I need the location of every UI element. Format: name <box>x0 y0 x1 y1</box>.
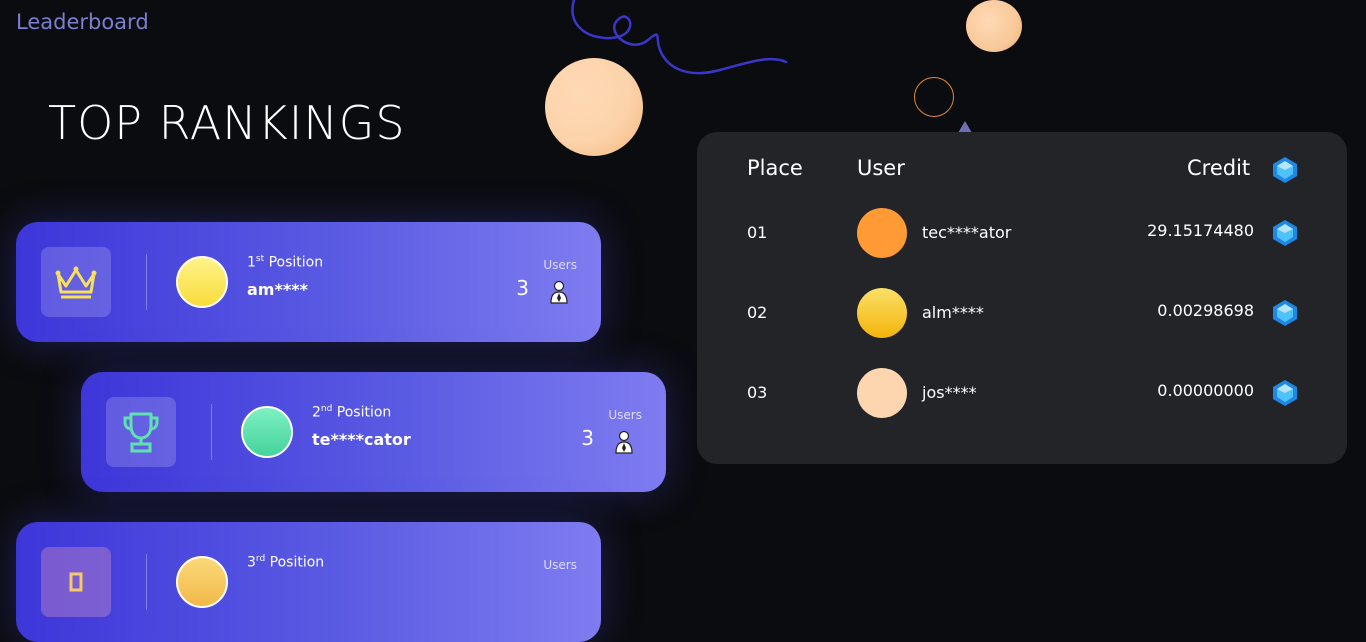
place-cell: 02 <box>747 303 768 322</box>
rank-card-second[interactable]: 2nd Position te****cator Users 3 <box>81 372 666 492</box>
column-header-place: Place <box>747 156 803 180</box>
rank-icon-box <box>41 547 111 617</box>
column-header-credit: Credit <box>1187 156 1251 180</box>
decorative-ring <box>914 77 954 117</box>
user-icon <box>550 280 568 304</box>
users-label: Users <box>543 258 577 272</box>
crown-icon <box>55 266 97 299</box>
position-label: 1st Position <box>247 254 324 271</box>
gem-icon <box>1273 380 1297 406</box>
users-count: 3 <box>516 276 529 300</box>
rank-card-first[interactable]: 1st Position am**** Users 3 <box>16 222 601 342</box>
decorative-planet-large <box>545 58 643 156</box>
user-cell: jos**** <box>922 383 977 402</box>
divider <box>146 254 147 310</box>
username: te****cator <box>312 430 411 449</box>
place-cell: 01 <box>747 223 768 242</box>
trophy-icon <box>123 412 159 453</box>
position-label: 3rd Position <box>247 554 325 571</box>
gem-icon <box>1273 220 1297 246</box>
user-cell: alm**** <box>922 303 984 322</box>
avatar <box>241 406 293 458</box>
medal-icon <box>69 572 83 592</box>
divider <box>211 404 212 460</box>
rank-icon-box <box>106 397 176 467</box>
username: am**** <box>247 280 308 299</box>
credit-cell: 0.00298698 <box>1157 301 1254 320</box>
users-count: 3 <box>581 426 594 450</box>
app-title[interactable]: Leaderboard <box>16 10 149 34</box>
avatar <box>857 368 907 418</box>
leaderboard-table: Place User Credit 01 tec****ator 29.1517… <box>697 132 1347 464</box>
avatar <box>176 256 228 308</box>
avatar <box>857 288 907 338</box>
users-label: Users <box>543 558 577 572</box>
rank-icon-box <box>41 247 111 317</box>
table-row[interactable]: 02 alm**** 0.00298698 <box>697 283 1347 343</box>
column-header-user: User <box>857 156 905 180</box>
gem-icon <box>1273 157 1297 183</box>
decorative-planet-small <box>966 0 1022 52</box>
user-icon <box>615 430 633 454</box>
position-label: 2nd Position <box>312 404 392 421</box>
gem-icon <box>1273 300 1297 326</box>
table-row[interactable]: 01 tec****ator 29.15174480 <box>697 203 1347 263</box>
credit-cell: 29.15174480 <box>1147 221 1254 240</box>
place-cell: 03 <box>747 383 768 402</box>
users-label: Users <box>608 408 642 422</box>
table-row[interactable]: 03 jos**** 0.00000000 <box>697 363 1347 423</box>
divider <box>146 554 147 610</box>
page-title: TOP RANKINGS <box>48 96 406 150</box>
credit-cell: 0.00000000 <box>1157 381 1254 400</box>
avatar <box>857 208 907 258</box>
rank-card-third[interactable]: 3rd Position Users <box>16 522 601 642</box>
user-cell: tec****ator <box>922 223 1012 242</box>
